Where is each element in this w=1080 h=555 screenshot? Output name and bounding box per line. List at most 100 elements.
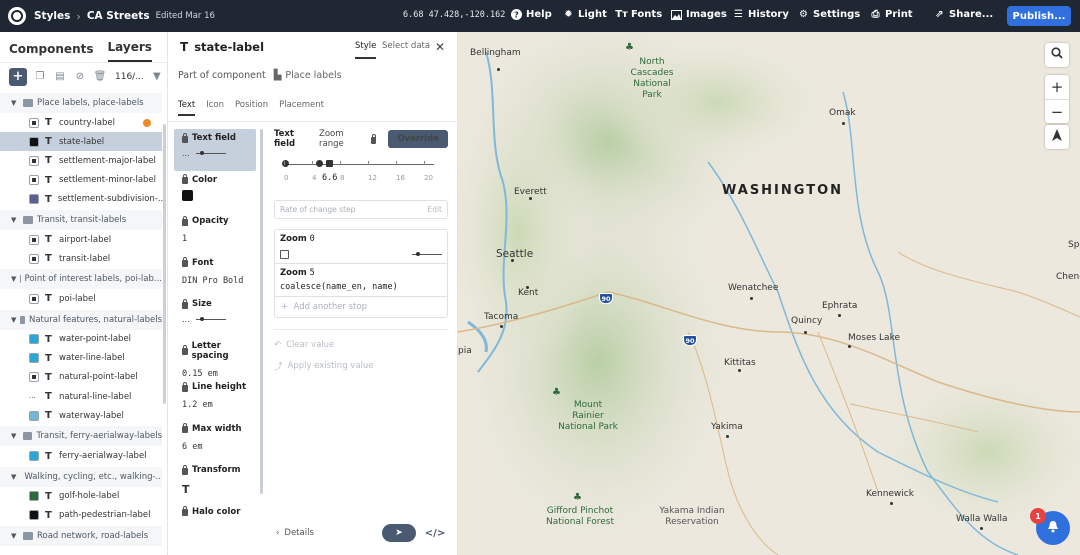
map-canvas[interactable]: WASHINGTON Bellingham North Cascades Nat… bbox=[458, 32, 1080, 555]
chevron-down-icon[interactable]: ▼ bbox=[11, 316, 16, 324]
chevron-down-icon[interactable]: ▼ bbox=[11, 432, 19, 440]
place-label[interactable]: Yakama Indian Reservation bbox=[657, 506, 727, 528]
layer-item[interactable]: Tsettlement-subdivision-... bbox=[0, 190, 166, 209]
tab-components[interactable]: Components bbox=[9, 42, 94, 62]
delete-icon[interactable]: 🗑 bbox=[93, 70, 107, 84]
place-label[interactable]: Kittitas bbox=[724, 358, 756, 368]
layer-item[interactable]: Tstate-label bbox=[0, 132, 162, 152]
layer-item[interactable]: Twater-line-label bbox=[0, 349, 162, 368]
light-button[interactable]: ✹ Light bbox=[563, 9, 607, 20]
stop-slider[interactable] bbox=[412, 252, 442, 256]
tab-layers[interactable]: Layers bbox=[107, 40, 152, 62]
place-label[interactable]: Mount Rainier National Park bbox=[557, 400, 619, 433]
filter-icon[interactable]: ▼ bbox=[150, 70, 164, 84]
place-label[interactable]: Quincy bbox=[791, 316, 822, 326]
zoom-stop-5[interactable]: Zoom 5 coalesce(name_en, name) bbox=[275, 264, 447, 297]
stop-expression[interactable]: coalesce(name_en, name) bbox=[280, 282, 442, 292]
place-label[interactable]: Everett bbox=[514, 187, 547, 197]
zoom-range-slider[interactable]: 0 4 8 12 16 20 6.6 bbox=[274, 156, 448, 188]
override-button[interactable]: Override bbox=[388, 130, 448, 148]
zoom-stop-0[interactable]: Zoom 0 bbox=[275, 230, 447, 264]
code-view-button[interactable]: </> bbox=[422, 524, 448, 542]
place-label[interactable]: Wenatchee bbox=[728, 283, 778, 293]
images-button[interactable]: Images bbox=[671, 9, 727, 20]
layer-group[interactable]: ▼ Transit, ferry-aerialway-labels bbox=[0, 426, 162, 447]
layer-item[interactable]: Tgolf-hole-label bbox=[0, 487, 162, 506]
layer-item[interactable]: Tferry-aerialway-label bbox=[0, 446, 162, 465]
property-item[interactable]: Letter spacing 0.15 em bbox=[174, 337, 256, 379]
place-label[interactable]: Bellingham bbox=[470, 48, 521, 58]
place-label[interactable]: Tacoma bbox=[484, 312, 518, 322]
hide-icon[interactable]: ⊘ bbox=[73, 70, 87, 84]
breadcrumb-styles[interactable]: Styles bbox=[34, 10, 70, 22]
layer-item[interactable]: Tpath-pedestrian-label bbox=[0, 506, 162, 525]
layer-item[interactable]: ... Tnatural-line-label bbox=[0, 387, 162, 406]
chevron-down-icon[interactable]: ▼ bbox=[11, 275, 16, 283]
zoom-current-marker[interactable] bbox=[326, 160, 333, 167]
chevron-down-icon[interactable]: ▼ bbox=[11, 216, 19, 224]
place-label[interactable]: pia bbox=[458, 346, 472, 356]
publish-button[interactable]: Publish... bbox=[1007, 6, 1071, 26]
layers-scrollbar[interactable] bbox=[163, 124, 166, 404]
history-button[interactable]: ☰ History bbox=[733, 9, 789, 20]
layer-item[interactable]: Tsettlement-minor-label bbox=[0, 171, 162, 190]
layer-item[interactable]: Tairport-label bbox=[0, 230, 162, 249]
chevron-down-icon[interactable]: ▼ bbox=[11, 99, 19, 107]
add-layer-button[interactable]: + bbox=[9, 67, 27, 86]
zoom-stop-knob[interactable] bbox=[316, 160, 323, 167]
chevron-down-icon[interactable]: ▼ bbox=[11, 532, 19, 540]
clear-value-button[interactable]: ↶ Clear value bbox=[274, 340, 448, 350]
property-item[interactable]: Font DIN Pro Bold bbox=[174, 254, 256, 296]
place-label[interactable]: Omak bbox=[829, 108, 856, 118]
group-icon[interactable]: ▤ bbox=[53, 70, 67, 84]
tab-style[interactable]: Style bbox=[355, 41, 377, 59]
place-label[interactable]: Spo bbox=[1068, 240, 1080, 250]
property-item[interactable]: Line height 1.2 em bbox=[174, 378, 256, 420]
layer-group[interactable]: ▼ Road network, road-labels bbox=[0, 526, 162, 546]
zoom-out-button[interactable]: − bbox=[1045, 99, 1069, 123]
place-label[interactable]: Chene bbox=[1056, 272, 1080, 282]
layer-item[interactable]: Twaterway-label bbox=[0, 406, 162, 425]
property-item[interactable]: Color bbox=[174, 171, 256, 213]
property-item[interactable]: Size... bbox=[174, 295, 256, 337]
layer-item[interactable]: Tcountry-label bbox=[0, 113, 162, 132]
place-label[interactable]: Kent bbox=[518, 288, 538, 298]
apply-existing-button[interactable]: ⤴ Apply existing value bbox=[274, 360, 448, 372]
layer-item[interactable]: Ttransit-label bbox=[0, 249, 162, 268]
property-item[interactable]: Halo color bbox=[174, 503, 256, 545]
breadcrumb-style-name[interactable]: CA Streets bbox=[87, 10, 150, 22]
layer-group[interactable]: ▼ Natural features, natural-labels bbox=[0, 309, 162, 330]
map-search-button[interactable] bbox=[1045, 43, 1069, 67]
zoom-in-button[interactable]: + bbox=[1045, 75, 1069, 99]
fonts-button[interactable]: Tт Fonts bbox=[615, 9, 662, 20]
place-label[interactable]: Moses Lake bbox=[848, 333, 900, 343]
pointer-mode-button[interactable]: ➤ bbox=[382, 524, 416, 542]
color-chip[interactable] bbox=[182, 189, 193, 201]
layer-item[interactable]: Tsettlement-major-label bbox=[0, 151, 162, 170]
layer-group[interactable]: ▼ Point of interest labels, poi-lab... bbox=[0, 269, 162, 290]
properties-scrollbar[interactable] bbox=[260, 129, 263, 494]
place-label[interactable]: North Cascades National Park bbox=[624, 57, 680, 101]
chevron-down-icon[interactable]: ▼ bbox=[11, 473, 16, 481]
layer-group[interactable]: ▼ Place labels, place-labels bbox=[0, 93, 162, 113]
share-button[interactable]: ⇗ Share... bbox=[934, 9, 993, 20]
tab-position[interactable]: Position bbox=[235, 100, 268, 116]
layer-item[interactable]: Tpoi-label bbox=[0, 289, 162, 308]
tab-placement[interactable]: Placement bbox=[279, 100, 324, 116]
component-link[interactable]: ▙ Place labels bbox=[274, 70, 342, 81]
layer-group[interactable]: ▼ Walking, cycling, etc., walking-... bbox=[0, 466, 162, 487]
details-toggle[interactable]: › Details bbox=[276, 528, 314, 538]
place-label[interactable]: Kennewick bbox=[866, 489, 914, 499]
print-button[interactable]: ⎙ Print bbox=[870, 9, 913, 20]
app-logo-icon[interactable] bbox=[8, 7, 26, 25]
tab-text[interactable]: Text bbox=[178, 100, 196, 116]
layer-group[interactable]: ▼ Transit, transit-labels bbox=[0, 209, 162, 230]
layer-item[interactable]: Tnatural-point-label bbox=[0, 368, 162, 387]
property-item[interactable]: Transform T bbox=[174, 461, 256, 503]
tab-select-data[interactable]: Select data bbox=[382, 41, 430, 51]
layer-item[interactable]: Twater-point-label bbox=[0, 330, 162, 349]
property-item[interactable]: Max width 6 em bbox=[174, 420, 256, 462]
place-label[interactable]: Seattle bbox=[496, 248, 533, 260]
property-item[interactable]: Text field... bbox=[174, 129, 256, 171]
add-stop-button[interactable]: + Add another stop bbox=[275, 297, 447, 317]
